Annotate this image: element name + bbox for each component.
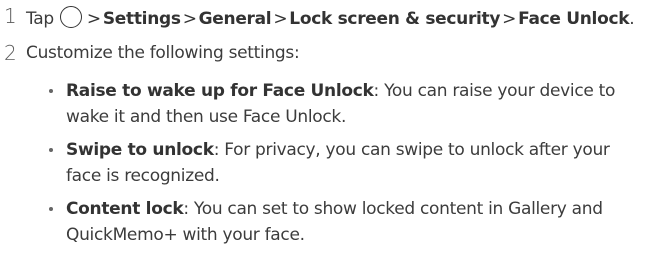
step-1-instruction: Tap > Settings > General > Lock screen & secur… (26, 6, 635, 29)
setting-name: Swipe to unlock (66, 140, 214, 160)
sentence-end: . (629, 9, 635, 29)
step-2-instruction: Customize the following settings: (26, 43, 300, 63)
bullet-icon (49, 89, 53, 93)
path-lock-screen-security: Lock screen & security (289, 9, 501, 29)
setting-name: Raise to wake up for Face Unlock (66, 81, 374, 101)
step-number: 2 (4, 41, 17, 65)
path-separator: > (502, 9, 517, 29)
settings-list: Raise to wake up for Face Unlock: You ca… (48, 78, 638, 255)
path-separator: > (273, 9, 288, 29)
bullet-icon (49, 148, 53, 152)
path-separator: > (182, 9, 197, 29)
path-separator: > (86, 9, 101, 29)
list-item-content-lock: Content lock: You can set to show locked… (48, 196, 638, 248)
tap-text: Tap (26, 9, 54, 29)
path-face-unlock: Face Unlock (518, 9, 630, 29)
list-item-raise-to-wake: Raise to wake up for Face Unlock: You ca… (48, 78, 638, 130)
list-item-swipe-to-unlock: Swipe to unlock: For privacy, you can sw… (48, 137, 638, 189)
home-button-icon (59, 6, 82, 28)
step-1: 1 Tap > Settings > General > Lock screen & sec… (0, 4, 647, 34)
bullet-icon (49, 207, 53, 211)
path-settings: Settings (102, 9, 181, 29)
step-2: 2 Customize the following settings: (0, 41, 647, 71)
path-general: General (198, 9, 272, 29)
setting-name: Content lock (66, 199, 184, 219)
step-number: 1 (4, 4, 17, 28)
